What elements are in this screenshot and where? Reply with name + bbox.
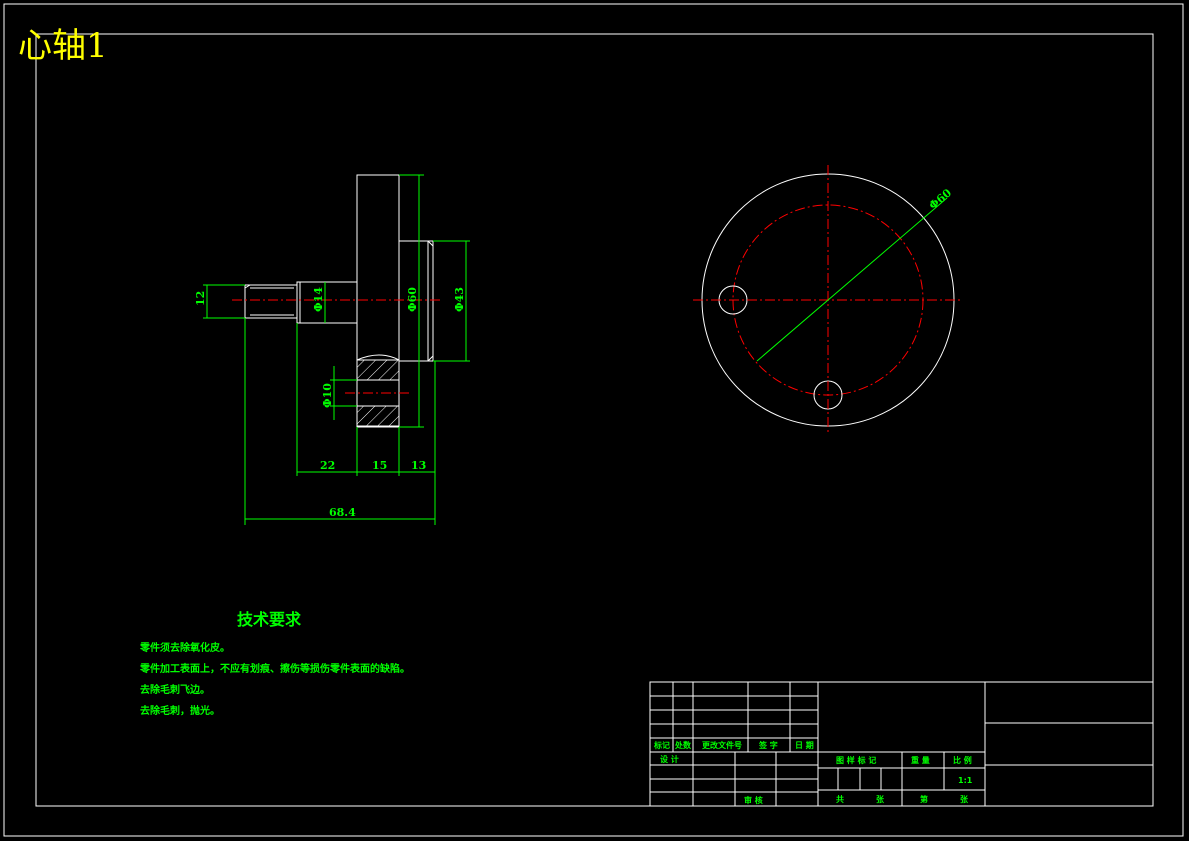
dia-leader [756,197,948,362]
dim-boss: Φ43 [453,287,466,312]
tb-sheet-unit: 张 [876,795,885,804]
hatch-bottom [356,405,400,427]
dim-thread: 12 [194,291,207,306]
dim-circle: Φ60 [927,186,955,212]
hatch-top [356,359,400,381]
tb-change-doc: 更改文件号 [702,740,742,750]
tb-scale-value: 1:1 [958,776,973,785]
tech-requirements: 技术要求 零件须去除氧化皮。 零件加工表面上，不应有划痕、擦伤等损伤零件表面的缺… [139,610,410,717]
tb-signature: 签 字 [758,740,778,750]
tech-item-1: 零件须去除氧化皮。 [139,641,230,654]
flange [356,174,400,428]
tb-weight: 重 量 [911,755,930,765]
tech-item-4: 去除毛刺，抛光。 [140,704,220,717]
tb-date: 日 期 [795,740,814,750]
dim-len-boss: 13 [411,459,426,472]
dim-len-total: 68.4 [329,506,356,519]
tb-sheet-no: 第 [920,794,928,804]
thread-section [244,284,298,319]
dim-flange: Φ60 [406,287,419,312]
tech-item-2: 零件加工表面上，不应有划痕、擦伤等损伤零件表面的缺陷。 [139,662,410,675]
dim-len-shaft: 22 [320,459,335,472]
dim-shaft: Φ14 [312,287,325,312]
tech-item-3: 去除毛刺飞边。 [140,683,210,696]
tb-design: 设 计 [660,754,679,764]
dim-len-flange: 15 [372,459,387,472]
tb-total: 共 [836,794,844,804]
tb-count: 处数 [674,740,692,750]
tb-drawing-mark: 图 样 标 记 [836,755,876,765]
drawing-title: 心轴1 [18,26,108,66]
title-block: 标记 处数 更改文件号 签 字 日 期 设 计 审 核 图 样 标 记 重 量 … [649,681,1154,807]
dim-hole: Φ10 [321,383,334,408]
tb-scale-label: 比 例 [953,755,972,765]
drawing-sheet: 心轴1 12 Φ14 Φ60 Φ43 Φ10 22 15 13 68.4 Φ60… [3,3,1184,837]
shaft-section [296,281,358,324]
tb-sheet-unit2: 张 [960,795,969,804]
side-view: 12 Φ14 Φ60 Φ43 Φ10 22 15 13 68.4 [194,174,470,525]
end-view: Φ60 [693,165,963,435]
tb-review: 审 核 [744,795,763,805]
tech-title: 技术要求 [237,610,302,629]
tb-mark: 标记 [653,740,670,750]
